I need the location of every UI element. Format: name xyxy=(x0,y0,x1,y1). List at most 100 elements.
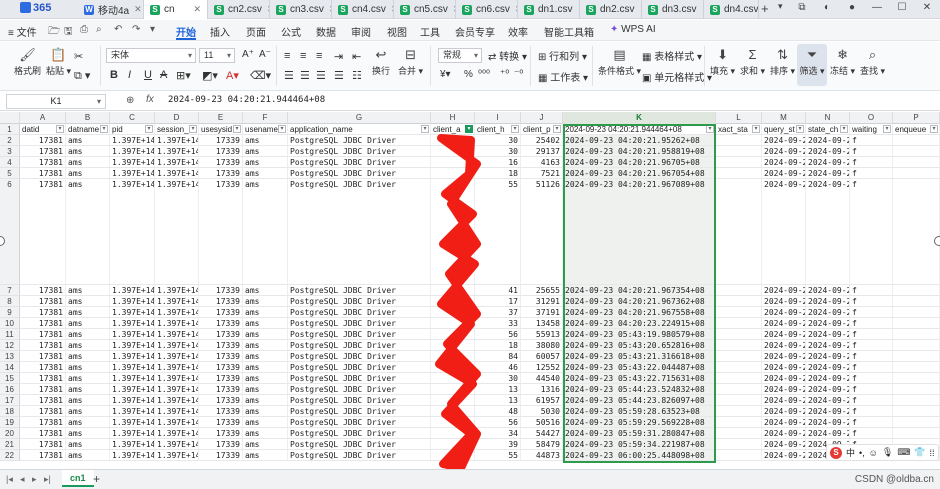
cell[interactable]: 25655 xyxy=(521,285,563,295)
header-cell[interactable]: waiting ▾ xyxy=(850,124,893,134)
cell[interactable]: 2024-09-2 xyxy=(762,351,806,361)
redo-icon[interactable]: ↷ xyxy=(132,24,140,35)
cell[interactable]: f xyxy=(850,157,893,167)
cell[interactable]: 17381 xyxy=(20,406,66,416)
cell[interactable]: f xyxy=(850,329,893,339)
cell[interactable]: 17381 xyxy=(20,307,66,317)
save-icon[interactable]: 🖫 xyxy=(64,24,73,41)
row-header[interactable]: 8 xyxy=(0,296,20,307)
cell[interactable]: 29137 xyxy=(521,146,563,156)
cell[interactable]: 2024-09-23 05:43:21.316618+08 xyxy=(563,351,716,361)
cell[interactable]: ams xyxy=(66,146,110,156)
restore-icon[interactable]: ⧉ xyxy=(795,2,809,13)
cell[interactable]: ams xyxy=(243,157,288,167)
cell[interactable] xyxy=(893,329,940,339)
cell[interactable] xyxy=(893,351,940,361)
cell[interactable]: 5030 xyxy=(521,406,563,416)
cell[interactable]: PostgreSQL JDBC Driver xyxy=(288,179,431,284)
filter-dropdown-icon[interactable]: ▾ xyxy=(883,125,891,133)
cell[interactable]: 2024-09-23 04:20:21.958819+08 xyxy=(563,146,716,156)
cell[interactable]: 2024-09-2 xyxy=(806,395,850,405)
cell[interactable] xyxy=(893,428,940,438)
cell[interactable]: 1.397E+14 xyxy=(110,450,155,460)
cell[interactable]: 1.397E+14 xyxy=(110,157,155,167)
cell[interactable]: 17381 xyxy=(20,384,66,394)
cell[interactable]: ams xyxy=(243,318,288,328)
cell[interactable]: f xyxy=(850,406,893,416)
emoji-icon[interactable]: ☺ xyxy=(869,448,878,458)
maximize-icon[interactable]: ☐ xyxy=(895,2,909,13)
worksheet-button[interactable]: ▦ 工作表 ▾ xyxy=(538,69,588,84)
cell[interactable]: 2024-09-23 05:59:29.569228+08 xyxy=(563,417,716,427)
italic-icon[interactable]: I xyxy=(128,69,131,81)
cell[interactable]: 17339 xyxy=(199,168,243,178)
cell[interactable]: 1.397E+14 xyxy=(110,307,155,317)
ribbon-tab[interactable]: 视图 xyxy=(387,24,407,39)
cell[interactable]: 17381 xyxy=(20,135,66,145)
filter-dropdown-icon[interactable]: ▾ xyxy=(421,125,429,133)
cell[interactable]: 13458 xyxy=(521,318,563,328)
cell[interactable]: 2024-09-23 04:20:21.967054+08 xyxy=(563,168,716,178)
filter-dropdown-icon[interactable]: ▾ xyxy=(189,125,197,133)
zoom-icon[interactable]: ⊕ xyxy=(126,95,134,106)
filter-dropdown-icon[interactable]: ▾ xyxy=(511,125,519,133)
cell[interactable] xyxy=(716,384,762,394)
cell[interactable]: 1.397E+14 xyxy=(155,439,199,449)
row-header[interactable]: 1 xyxy=(0,124,20,135)
row-header[interactable]: 3 xyxy=(0,146,20,157)
cell[interactable]: 2024-09-2 xyxy=(806,329,850,339)
cell[interactable]: 41 xyxy=(475,285,521,295)
indent-icon[interactable]: ⇥ xyxy=(334,50,343,63)
cell[interactable]: 1.397E+14 xyxy=(110,135,155,145)
ribbon-tab[interactable]: 开始 xyxy=(176,24,196,39)
cell[interactable]: ams xyxy=(66,157,110,167)
cell[interactable]: 2024-09-2 xyxy=(806,351,850,361)
cell[interactable]: 2024-09-23 04:20:21.967354+08 xyxy=(563,285,716,295)
cell[interactable]: 17381 xyxy=(20,373,66,383)
close-tab-icon[interactable]: ✕ xyxy=(386,4,393,15)
cell[interactable]: 1.397E+14 xyxy=(110,417,155,427)
cell[interactable]: 1.397E+14 xyxy=(110,168,155,178)
cell[interactable]: 1.397E+14 xyxy=(155,179,199,284)
row-header[interactable]: 17 xyxy=(0,395,20,406)
cell[interactable]: 30 xyxy=(475,146,521,156)
underline-icon[interactable]: U xyxy=(144,69,152,81)
cell[interactable]: PostgreSQL JDBC Driver xyxy=(288,406,431,416)
cell[interactable]: 1.397E+14 xyxy=(155,135,199,145)
cell[interactable] xyxy=(893,318,940,328)
align-middle-icon[interactable]: ≡ xyxy=(300,50,306,62)
cell[interactable]: ams xyxy=(66,307,110,317)
cell[interactable]: 2024-09-23 05:59:34.221987+08 xyxy=(563,439,716,449)
cell[interactable]: 2024-09-2 xyxy=(806,318,850,328)
cell[interactable]: 2024-09-2 xyxy=(806,428,850,438)
close-tab-icon[interactable]: ✕ xyxy=(572,4,579,15)
cell[interactable]: 2024-09-2 xyxy=(762,417,806,427)
header-cell[interactable]: datid ▾ xyxy=(20,124,66,134)
column-header[interactable]: P xyxy=(893,112,940,124)
column-header[interactable]: D xyxy=(155,112,199,124)
cell[interactable]: f xyxy=(850,285,893,295)
cell[interactable]: ams xyxy=(66,395,110,405)
doc-tab[interactable]: Sdn1.csv✕ xyxy=(518,0,580,19)
column-header[interactable]: J xyxy=(521,112,563,124)
cell[interactable]: 7521 xyxy=(521,168,563,178)
cell[interactable]: PostgreSQL JDBC Driver xyxy=(288,157,431,167)
cell[interactable]: 2024-09-2 xyxy=(762,168,806,178)
cell[interactable]: PostgreSQL JDBC Driver xyxy=(288,395,431,405)
cell[interactable]: 17381 xyxy=(20,179,66,284)
header-cell[interactable]: xact_sta ▾ xyxy=(716,124,762,134)
cell[interactable]: 17339 xyxy=(199,179,243,284)
avatar[interactable]: ● xyxy=(845,2,859,13)
increase-decimal-icon[interactable]: ⁺⁰ xyxy=(500,69,509,80)
number-format-select[interactable]: 常规 ▾ xyxy=(438,48,482,63)
filter-dropdown-icon[interactable]: ▾ xyxy=(233,125,241,133)
doc-tab[interactable]: Sdn4.csv✕ xyxy=(704,0,759,19)
cell[interactable]: 17381 xyxy=(20,439,66,449)
column-header[interactable]: B xyxy=(66,112,110,124)
cell[interactable]: ams xyxy=(243,135,288,145)
cell[interactable]: 48 xyxy=(475,406,521,416)
row-header[interactable]: 4 xyxy=(0,157,20,168)
cell[interactable]: 17339 xyxy=(199,307,243,317)
cell[interactable]: f xyxy=(850,384,893,394)
tab-list-chevron-icon[interactable]: ▾ xyxy=(778,1,783,12)
